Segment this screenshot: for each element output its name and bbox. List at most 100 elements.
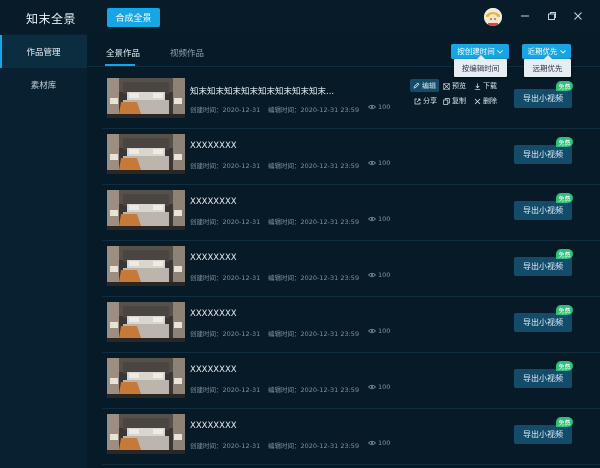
- minimize-icon: [521, 15, 529, 17]
- free-badge: 免费: [556, 361, 573, 371]
- minimize-button[interactable]: [518, 9, 532, 23]
- avatar[interactable]: [484, 8, 502, 26]
- compose-panorama-button[interactable]: 合成全景: [107, 8, 160, 27]
- delete-button[interactable]: 删除: [474, 95, 497, 107]
- list-item[interactable]: XXXXXXXX 创建时间：2020-12-31 编辑时间：2020-12-31…: [102, 410, 600, 465]
- chevron-down-icon: [496, 49, 503, 54]
- export-video-button[interactable]: 导出小视频: [514, 145, 572, 164]
- restore-icon: [548, 12, 556, 20]
- created-time: 创建时间：2020-12-31: [190, 218, 261, 226]
- view-count: 100: [368, 383, 390, 391]
- list-item[interactable]: XXXXXXXX 创建时间：2020-12-31 编辑时间：2020-12-31…: [102, 186, 600, 241]
- eye-icon: [368, 384, 376, 390]
- list-item[interactable]: XXXXXXXX 创建时间：2020-12-31 编辑时间：2020-12-31…: [102, 354, 600, 409]
- eye-icon: [368, 104, 376, 110]
- free-badge: 免费: [556, 81, 573, 91]
- export-video-button[interactable]: 导出小视频: [514, 201, 572, 220]
- bedroom-image: [107, 190, 185, 230]
- bedroom-image: [107, 246, 185, 286]
- edited-time: 编辑时间：2020-12-31 23:59: [268, 330, 360, 338]
- export-video-button[interactable]: 导出小视频: [514, 257, 572, 276]
- delete-icon: [474, 98, 481, 104]
- view-count-value: 100: [378, 439, 391, 447]
- free-badge: 免费: [556, 417, 573, 427]
- download-icon: [474, 83, 481, 90]
- panorama-thumbnail[interactable]: [107, 78, 185, 118]
- share-icon: [414, 98, 421, 104]
- sidebar: 作品管理 素材库: [0, 34, 87, 468]
- created-time: 创建时间：2020-12-31: [190, 386, 261, 394]
- eye-icon: [368, 272, 376, 278]
- panorama-thumbnail[interactable]: [107, 302, 185, 342]
- export-video-button[interactable]: 导出小视频: [514, 313, 572, 332]
- view-count: 100: [368, 271, 390, 279]
- panorama-thumbnail[interactable]: [107, 246, 185, 286]
- export-video-button[interactable]: 导出小视频: [514, 89, 572, 108]
- eye-icon: [368, 440, 376, 446]
- export-video-button[interactable]: 导出小视频: [514, 369, 572, 388]
- work-title: XXXXXXXX: [190, 309, 237, 319]
- view-count: 100: [368, 327, 390, 335]
- sort-priority-label: 近期优先: [527, 47, 558, 56]
- edited-time: 编辑时间：2020-12-31 23:59: [268, 274, 360, 282]
- close-button[interactable]: [571, 9, 585, 23]
- tab-panorama-works[interactable]: 全景作品: [106, 47, 140, 59]
- view-count-value: 100: [378, 271, 391, 279]
- app-logo: 知末全景: [26, 12, 77, 26]
- export-video-button[interactable]: 导出小视频: [514, 425, 572, 444]
- copy-button[interactable]: 复制: [443, 95, 466, 107]
- work-title: XXXXXXXX: [190, 141, 237, 151]
- panorama-thumbnail[interactable]: [107, 134, 185, 174]
- tab-video-works[interactable]: 视频作品: [170, 47, 204, 59]
- view-count: 100: [368, 103, 390, 111]
- free-badge: 免费: [556, 137, 573, 147]
- copy-icon: [443, 97, 450, 105]
- list-item[interactable]: 知末知末知末知末知末知末知末知末... 创建时间：2020-12-31 编辑时间…: [102, 74, 600, 129]
- list-item[interactable]: XXXXXXXX 创建时间：2020-12-31 编辑时间：2020-12-31…: [102, 242, 600, 297]
- sidebar-item-materials[interactable]: 素材库: [0, 68, 87, 101]
- preview-label: 预览: [452, 82, 466, 90]
- download-label: 下载: [483, 82, 497, 90]
- main-panel: 全景作品 视频作品 按创建时间 按编辑时间 近期优先 远期优先 知末知末知末知末…: [88, 34, 600, 468]
- free-badge: 免费: [556, 193, 573, 203]
- close-icon: [574, 12, 582, 20]
- chevron-down-icon: [559, 49, 566, 54]
- panorama-thumbnail[interactable]: [107, 414, 185, 454]
- bedroom-image: [107, 414, 185, 454]
- avatar-icon: [484, 8, 502, 26]
- list-item[interactable]: XXXXXXXX 创建时间：2020-12-31 编辑时间：2020-12-31…: [102, 298, 600, 353]
- copy-label: 复制: [452, 97, 466, 105]
- free-badge: 免费: [556, 249, 573, 259]
- panorama-thumbnail[interactable]: [107, 190, 185, 230]
- created-time: 创建时间：2020-12-31: [190, 442, 261, 450]
- eye-icon: [368, 160, 376, 166]
- download-button[interactable]: 下载: [474, 80, 497, 92]
- view-count-value: 100: [378, 159, 391, 167]
- created-time: 创建时间：2020-12-31: [190, 274, 261, 282]
- edit-label: 编辑: [422, 81, 436, 90]
- work-title: XXXXXXXX: [190, 421, 237, 431]
- edited-time: 编辑时间：2020-12-31 23:59: [268, 218, 360, 226]
- delete-label: 删除: [483, 97, 497, 105]
- bedroom-image: [107, 78, 185, 118]
- eye-icon: [368, 328, 376, 334]
- created-time: 创建时间：2020-12-31: [190, 330, 261, 338]
- view-count-value: 100: [378, 327, 391, 335]
- bedroom-image: [107, 302, 185, 342]
- panorama-thumbnail[interactable]: [107, 358, 185, 398]
- share-label: 分享: [423, 97, 437, 105]
- preview-icon: [443, 82, 450, 90]
- work-title: XXXXXXXX: [190, 253, 237, 263]
- bedroom-image: [107, 134, 185, 174]
- restore-button[interactable]: [545, 9, 559, 23]
- share-button[interactable]: 分享: [414, 95, 437, 107]
- edit-button[interactable]: 编辑: [410, 79, 439, 92]
- work-title: XXXXXXXX: [190, 365, 237, 375]
- preview-button[interactable]: 预览: [443, 80, 466, 92]
- eye-icon: [368, 216, 376, 222]
- sidebar-item-works[interactable]: 作品管理: [0, 35, 87, 68]
- work-title: 知末知末知末知末知末知末知末知末...: [190, 87, 335, 97]
- created-time: 创建时间：2020-12-31: [190, 106, 261, 114]
- view-count: 100: [368, 159, 390, 167]
- list-item[interactable]: XXXXXXXX 创建时间：2020-12-31 编辑时间：2020-12-31…: [102, 130, 600, 185]
